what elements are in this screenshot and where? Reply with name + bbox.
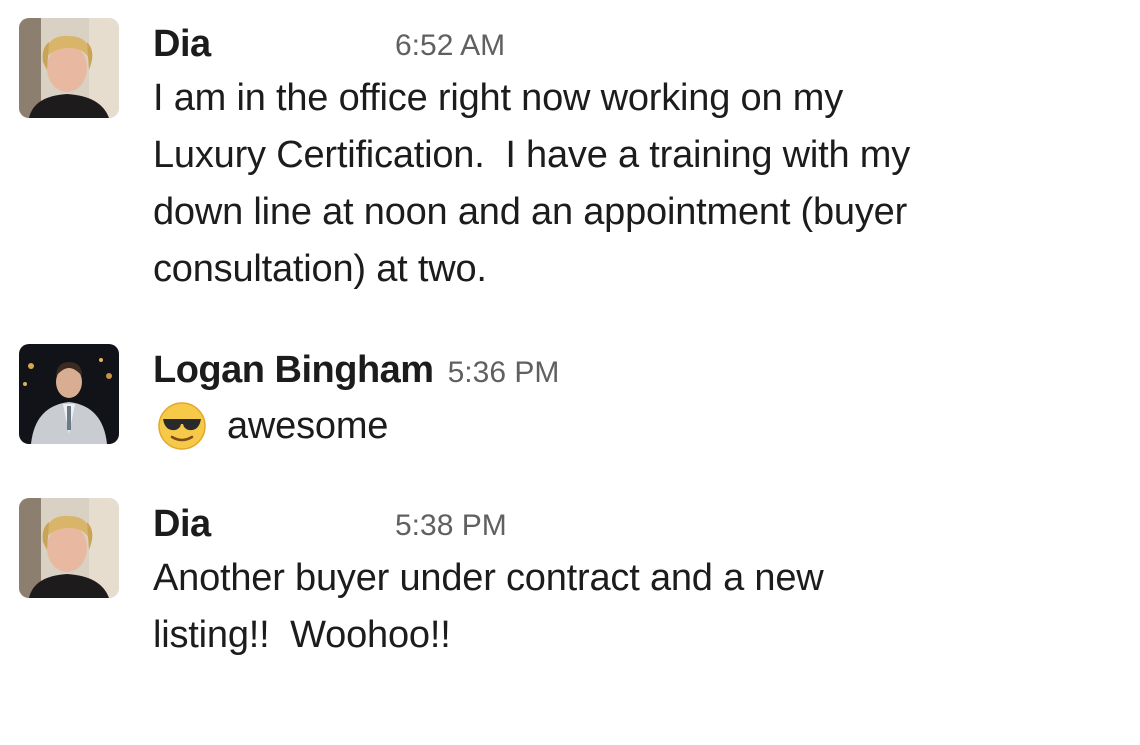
message-line: Luxury Certification. I have a training … bbox=[153, 134, 911, 176]
timestamp[interactable]: 6:52 AM bbox=[395, 20, 505, 72]
message-line: consultation) at two. bbox=[153, 248, 487, 290]
message-text: Another buyer under contract and a new li… bbox=[153, 550, 1120, 664]
logan-avatar-image bbox=[19, 344, 119, 444]
author-name[interactable]: Dia bbox=[153, 18, 211, 70]
author-name[interactable]: Logan Bingham bbox=[153, 344, 434, 396]
timestamp[interactable]: 5:36 PM bbox=[448, 347, 560, 399]
author-name[interactable]: Dia bbox=[153, 498, 211, 550]
avatar[interactable] bbox=[19, 18, 119, 118]
message-line: down line at noon and an appointment (bu… bbox=[153, 191, 908, 233]
message-text: awesome bbox=[227, 404, 389, 447]
avatar[interactable] bbox=[19, 498, 119, 598]
avatar[interactable] bbox=[19, 344, 119, 444]
message-line: I am in the office right now working on … bbox=[153, 77, 843, 119]
message-line: Another buyer under contract and a new bbox=[153, 557, 824, 599]
sunglasses-smiley-emoji-icon bbox=[157, 401, 207, 451]
dia-avatar-image bbox=[19, 498, 119, 598]
dia-avatar-image bbox=[19, 18, 119, 118]
message-line: listing!! Woohoo!! bbox=[153, 614, 451, 656]
timestamp[interactable]: 5:38 PM bbox=[395, 500, 507, 552]
message-text: I am in the office right now working on … bbox=[153, 70, 1120, 298]
